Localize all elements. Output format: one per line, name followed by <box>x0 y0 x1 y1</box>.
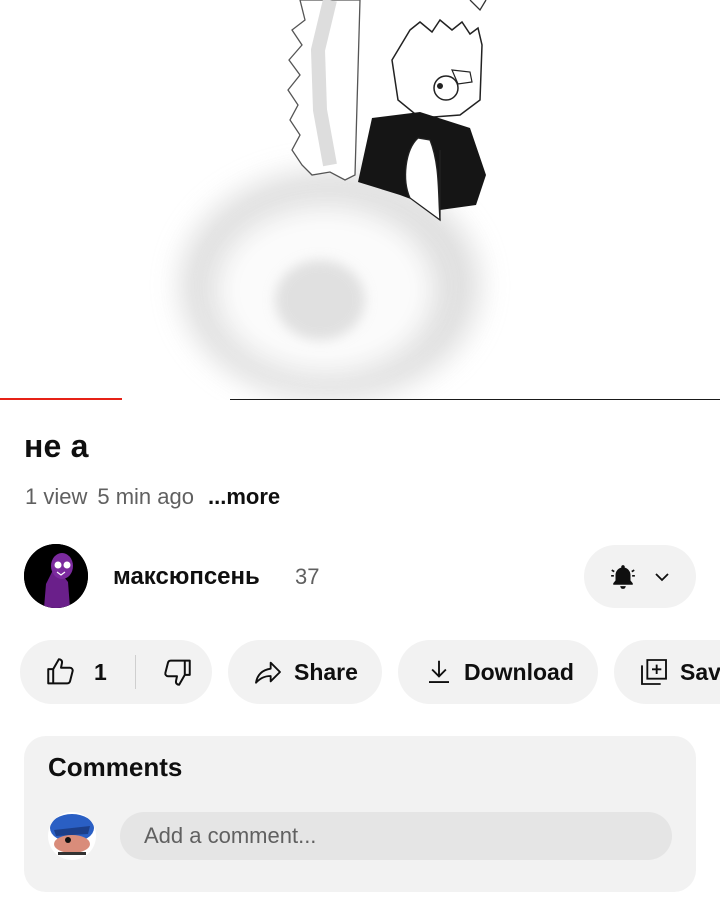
like-divider <box>134 655 136 689</box>
download-icon <box>429 660 449 683</box>
channel-row[interactable]: максюпсень 37 <box>24 544 696 608</box>
save-button[interactable]: Save <box>614 640 720 704</box>
download-button[interactable]: Download <box>398 640 598 704</box>
dislike-button[interactable] <box>160 655 194 689</box>
video-player[interactable] <box>0 0 720 400</box>
thumbs-up-icon <box>47 658 74 685</box>
thumbs-down-icon <box>164 659 191 686</box>
notification-bell-button[interactable] <box>584 545 696 608</box>
channel-avatar[interactable] <box>24 544 88 608</box>
like-button[interactable]: 1 <box>20 655 107 689</box>
video-meta[interactable]: 1 view 5 min ago ...more <box>25 484 280 510</box>
chevron-down-icon <box>655 572 669 581</box>
buffered-bar <box>230 399 720 400</box>
comments-panel[interactable]: Comments Add a comment... <box>24 736 696 892</box>
save-label: Save <box>680 658 720 685</box>
action-bar: 1 Share Download Save <box>20 640 720 704</box>
user-avatar <box>48 812 96 860</box>
user-avatar-image <box>48 812 96 860</box>
bell-icon <box>611 564 635 589</box>
share-icon <box>255 661 281 684</box>
upload-age: 5 min ago <box>97 484 194 509</box>
subscriber-count: 37 <box>295 564 320 589</box>
video-frame-image <box>180 0 487 400</box>
channel-name[interactable]: максюпсень <box>113 563 260 591</box>
like-count: 1 <box>94 658 107 685</box>
download-label: Download <box>464 658 574 685</box>
share-button[interactable]: Share <box>228 640 382 704</box>
comments-title: Comments <box>48 752 183 782</box>
comment-placeholder: Add a comment... <box>144 823 317 848</box>
share-label: Share <box>294 658 358 685</box>
more-link[interactable]: ...more <box>208 484 280 510</box>
video-progress-bar[interactable] <box>0 398 720 400</box>
comment-input[interactable]: Add a comment... <box>120 812 672 860</box>
played-bar <box>0 398 123 400</box>
view-count: 1 view <box>25 484 88 509</box>
save-to-playlist-icon <box>641 659 667 685</box>
like-dislike-group: 1 <box>20 640 212 704</box>
video-title: не а <box>24 428 89 464</box>
channel-avatar-image <box>24 544 88 608</box>
